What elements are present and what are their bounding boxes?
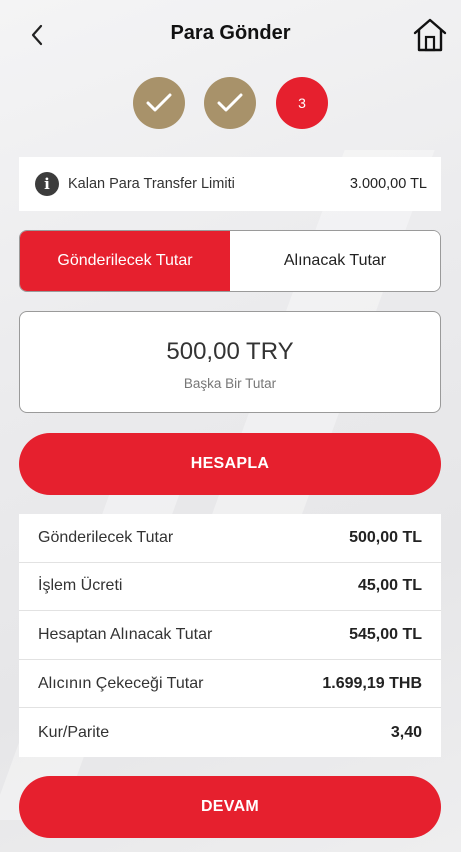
home-icon [413,18,447,52]
row-label: Hesaptan Alınacak Tutar [38,625,213,643]
step-2-completed [204,77,256,129]
row-value: 500,00 TL [349,528,422,546]
transfer-limit-card: i Kalan Para Transfer Limiti 3.000,00 TL [19,157,441,211]
step-number: 3 [298,95,306,111]
check-icon [217,93,243,112]
continue-button[interactable]: DEVAM [19,776,441,838]
step-indicator: 3 [0,77,461,129]
row-label: Kur/Parite [38,723,110,741]
step-1-completed [133,77,185,129]
row-label: Gönderilecek Tutar [38,528,174,546]
limit-label: Kalan Para Transfer Limiti [68,176,235,192]
tab-receive-amount[interactable]: Alınacak Tutar [230,231,440,291]
limit-value: 3.000,00 TL [349,176,427,192]
amount-selector[interactable]: 500,00 TRY Başka Bir Tutar [19,311,441,413]
tab-send-amount[interactable]: Gönderilecek Tutar [20,231,230,291]
row-value: 45,00 TL [357,577,422,595]
step-3-current: 3 [276,77,328,129]
calculate-button[interactable]: HESAPLA [19,433,441,495]
summary-table: Gönderilecek Tutar 500,00 TL İşlem Ücret… [19,514,441,757]
table-row: Alıcının Çekeceği Tutar 1.699,19 THB [19,660,441,709]
table-row: Gönderilecek Tutar 500,00 TL [19,514,441,563]
header: Para Gönder [0,0,461,72]
row-label: Alıcının Çekeceği Tutar [38,674,204,692]
amount-value: 500,00 TRY [166,338,294,365]
row-value: 3,40 [390,723,422,741]
row-value: 1.699,19 THB [322,674,422,692]
row-label: İşlem Ücreti [38,577,123,595]
home-button[interactable] [413,17,447,53]
table-row: İşlem Ücreti 45,00 TL [19,563,441,612]
amount-type-toggle: Gönderilecek Tutar Alınacak Tutar [19,230,441,292]
table-row: Hesaptan Alınacak Tutar 545,00 TL [19,611,441,660]
check-icon [146,93,172,112]
other-amount-link[interactable]: Başka Bir Tutar [20,376,440,391]
page-title: Para Gönder [170,22,291,44]
table-row: Kur/Parite 3,40 [19,708,441,757]
info-icon[interactable]: i [35,172,59,196]
row-value: 545,00 TL [349,625,422,643]
